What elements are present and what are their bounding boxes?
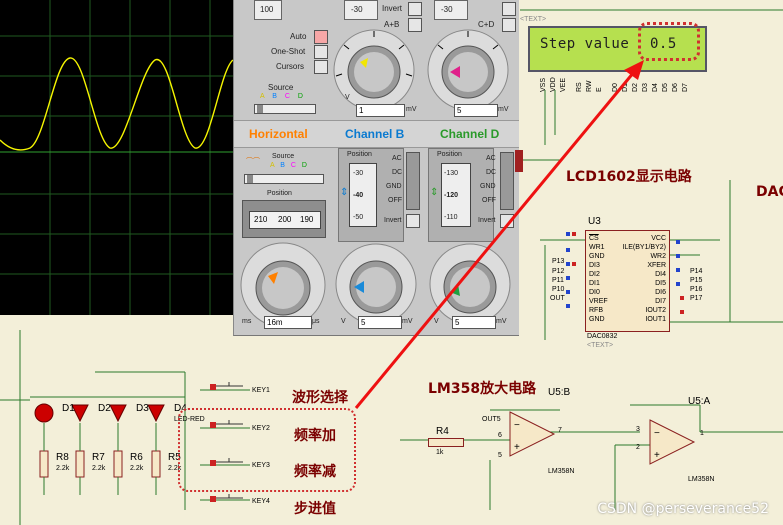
annotation-arrow [354, 60, 644, 409]
csdn-watermark: CSDN @perseverance52 [597, 501, 769, 517]
